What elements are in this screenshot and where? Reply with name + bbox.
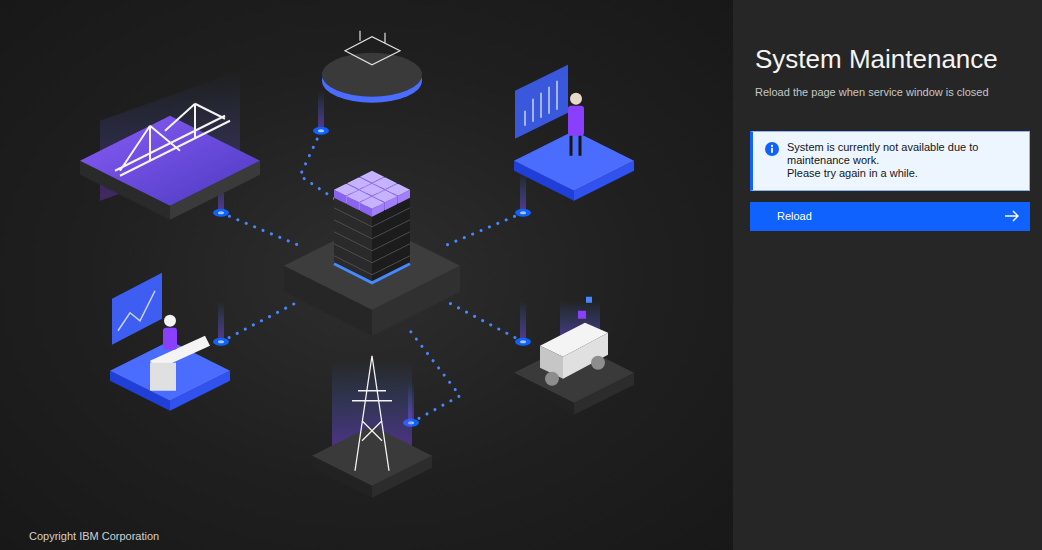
- side-panel: System Maintenance Reload the page when …: [733, 0, 1042, 550]
- person-body: [568, 106, 584, 136]
- network-illustration: [0, 0, 733, 528]
- desk-side: [150, 363, 176, 391]
- dotted-link: [445, 301, 523, 342]
- dotted-link: [221, 301, 300, 342]
- page-subtitle: Reload the page when service window is c…: [755, 85, 1030, 100]
- line-chart-icon: [118, 291, 155, 331]
- server-stripe: [334, 232, 410, 251]
- server-light: [334, 264, 410, 283]
- truck-wheel: [545, 372, 559, 386]
- cargo-block: [586, 297, 592, 303]
- chart-screen: [515, 65, 568, 139]
- cargo-block: [578, 311, 586, 319]
- platform-top: [514, 131, 634, 191]
- dotted-link: [445, 213, 523, 246]
- page-title: System Maintenance: [755, 44, 1030, 75]
- glow-stem: [318, 91, 324, 131]
- person-legs: [571, 136, 580, 156]
- node-dot-core: [218, 211, 224, 214]
- node-dot: [313, 127, 329, 135]
- node-dot: [515, 209, 531, 217]
- platform-top: [80, 116, 260, 206]
- node-dot: [213, 338, 229, 346]
- analyst-node: [514, 65, 634, 201]
- node-dot: [213, 209, 229, 217]
- glow-stem: [218, 302, 224, 342]
- info-notification: System is currently not available due to…: [750, 131, 1030, 191]
- desk-node: [110, 273, 230, 411]
- dotted-link: [221, 213, 300, 246]
- person-head: [164, 315, 176, 327]
- truck-node: [514, 297, 634, 415]
- platform-top: [312, 426, 432, 486]
- bridge-node: [80, 71, 260, 220]
- person-head: [570, 93, 582, 105]
- notification-line: Please try again in a while.: [787, 167, 1019, 180]
- node-dot-core: [520, 340, 526, 343]
- reload-label: Reload: [777, 208, 812, 225]
- central-server: [284, 171, 460, 336]
- copyright: Copyright IBM Corporation: [0, 528, 733, 550]
- truck-wheel: [591, 356, 605, 370]
- drone-icon: [345, 31, 400, 65]
- server-side: [334, 196, 372, 283]
- glow-stem: [520, 302, 526, 342]
- node-dot-core: [218, 340, 224, 343]
- platform-top: [360, 197, 384, 209]
- bridge-icon: [115, 104, 230, 176]
- person-body: [163, 328, 177, 350]
- arrow-right-icon: [1004, 208, 1020, 224]
- chart-screen: [112, 273, 162, 345]
- server-stripe: [334, 220, 410, 239]
- dotted-link: [410, 331, 460, 423]
- disc-top: [322, 53, 422, 97]
- reload-button[interactable]: Reload: [750, 202, 1030, 231]
- server-side: [372, 196, 410, 283]
- glow-stem: [520, 173, 526, 213]
- node-dot: [515, 338, 531, 346]
- truck-side: [563, 333, 608, 379]
- maintenance-page: Copyright IBM Corporation System Mainten…: [0, 0, 1042, 550]
- server-stripe: [334, 244, 410, 263]
- node-dot-core: [520, 211, 526, 214]
- illustration-panel: Copyright IBM Corporation: [0, 0, 733, 550]
- dotted-link: [300, 131, 345, 206]
- bar-chart-icon: [525, 81, 557, 126]
- notification-text: System is currently not available due to…: [787, 141, 1019, 182]
- notification-line: System is currently not available due to…: [787, 141, 1019, 167]
- tower-icon: [352, 356, 392, 471]
- drone-disc: [322, 31, 422, 103]
- tower-node: [312, 356, 432, 498]
- node-dot-core: [318, 129, 324, 132]
- server-stripe: [334, 256, 410, 275]
- info-icon: [765, 142, 779, 156]
